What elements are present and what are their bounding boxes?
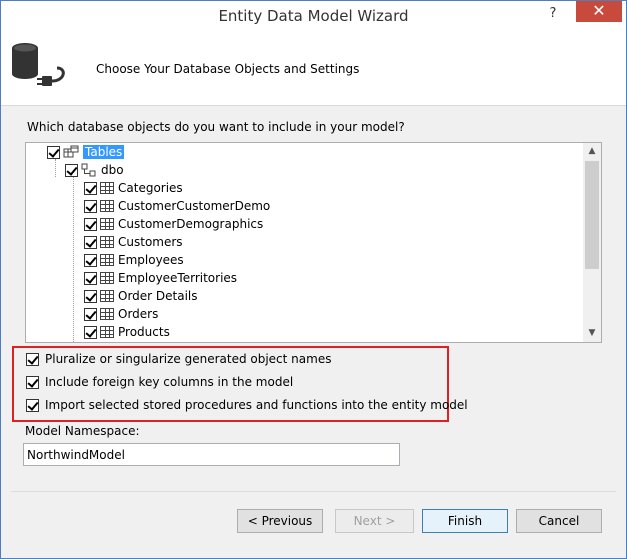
- database-plug-icon: [12, 43, 65, 86]
- table-label: Products: [118, 325, 170, 339]
- import-procedures-option[interactable]: Import selected stored procedures and fu…: [26, 396, 468, 414]
- table-label: Categories: [118, 181, 183, 195]
- title-bar[interactable]: Entity Data Model Wizard ? ✕: [1, 1, 626, 32]
- help-button[interactable]: ?: [542, 4, 564, 24]
- previous-button[interactable]: < Previous: [237, 509, 323, 533]
- table-label: EmployeeTerritories: [118, 271, 238, 285]
- pluralize-checkbox[interactable]: [26, 352, 39, 366]
- table-checkbox[interactable]: [84, 217, 97, 231]
- foreign-key-option[interactable]: Include foreign key columns in the model: [26, 373, 293, 391]
- table-label: CustomerCustomerDemo: [118, 199, 271, 213]
- table-label: Customers: [118, 235, 183, 249]
- tree-node-tables[interactable]: Tables: [47, 143, 125, 161]
- table-icon: [100, 308, 114, 320]
- model-options-group: Pluralize or singularize generated objec…: [12, 346, 468, 422]
- table-label: CustomerDemographics: [118, 217, 264, 231]
- tree-item-table[interactable]: EmployeeTerritories: [84, 269, 237, 287]
- namespace-input[interactable]: [23, 443, 400, 466]
- scroll-down-icon[interactable]: ▼: [583, 325, 601, 342]
- tree-item-table[interactable]: Customers: [84, 233, 183, 251]
- table-icon: [100, 254, 114, 266]
- import-procedures-checkbox[interactable]: [26, 398, 39, 412]
- schema-icon: [81, 163, 96, 177]
- schema-checkbox[interactable]: [65, 163, 78, 177]
- schema-node-label: dbo: [101, 163, 124, 177]
- table-icon: [100, 218, 114, 230]
- table-label: Orders: [118, 307, 159, 321]
- tables-checkbox[interactable]: [47, 145, 60, 159]
- table-icon: [100, 272, 114, 284]
- tree-item-table[interactable]: Categories: [84, 179, 183, 197]
- table-label: Order Details: [118, 289, 198, 303]
- tree-item-table[interactable]: Orders: [84, 305, 158, 323]
- table-checkbox[interactable]: [84, 325, 97, 339]
- finish-button[interactable]: Finish: [422, 509, 508, 533]
- tree-connector: [55, 159, 56, 177]
- window-title: Entity Data Model Wizard: [218, 7, 409, 25]
- tree-scrollbar[interactable]: ▲ ▼: [583, 143, 601, 342]
- table-icon: [100, 200, 114, 212]
- table-label: Employees: [118, 253, 184, 267]
- namespace-label: Model Namespace:: [25, 424, 140, 438]
- wizard-window: Entity Data Model Wizard ? ✕ Choose Your…: [0, 0, 627, 559]
- foreign-key-checkbox[interactable]: [26, 375, 39, 389]
- tree-item-table[interactable]: Order Details: [84, 287, 198, 305]
- header-divider: [1, 105, 626, 106]
- tables-node-label: Tables: [83, 145, 125, 159]
- tables-folder-icon: [63, 145, 79, 158]
- pluralize-label: Pluralize or singularize generated objec…: [45, 352, 332, 366]
- table-checkbox[interactable]: [84, 199, 97, 213]
- objects-question-label: Which database objects do you want to in…: [27, 120, 405, 134]
- tree-item-table[interactable]: Products: [84, 323, 170, 341]
- database-objects-tree[interactable]: Tables dbo Categories CustomerCustomerDe…: [25, 142, 602, 343]
- table-icon: [100, 182, 114, 194]
- table-checkbox[interactable]: [84, 181, 97, 195]
- pluralize-option[interactable]: Pluralize or singularize generated objec…: [26, 350, 331, 368]
- table-checkbox[interactable]: [84, 253, 97, 267]
- table-checkbox[interactable]: [84, 271, 97, 285]
- import-procedures-label: Import selected stored procedures and fu…: [45, 398, 468, 412]
- page-title: Choose Your Database Objects and Setting…: [96, 62, 360, 76]
- table-checkbox[interactable]: [84, 235, 97, 249]
- next-button[interactable]: Next >: [335, 509, 414, 533]
- scrollbar-thumb[interactable]: [585, 161, 599, 269]
- table-icon: [100, 236, 114, 248]
- wizard-header: Choose Your Database Objects and Setting…: [1, 32, 626, 105]
- scroll-up-icon[interactable]: ▲: [583, 143, 601, 160]
- close-button[interactable]: ✕: [576, 1, 622, 22]
- footer-divider: [11, 491, 616, 492]
- table-icon: [100, 290, 114, 302]
- table-icon: [100, 326, 114, 338]
- table-checkbox[interactable]: [84, 307, 97, 321]
- foreign-key-label: Include foreign key columns in the model: [45, 375, 294, 389]
- tree-item-table[interactable]: CustomerCustomerDemo: [84, 197, 270, 215]
- tree-connector: [73, 177, 74, 342]
- tree-item-table[interactable]: CustomerDemographics: [84, 215, 263, 233]
- tree-item-table[interactable]: Employees: [84, 251, 184, 269]
- cancel-button[interactable]: Cancel: [516, 509, 602, 533]
- table-checkbox[interactable]: [84, 289, 97, 303]
- tree-node-schema[interactable]: dbo: [65, 161, 124, 179]
